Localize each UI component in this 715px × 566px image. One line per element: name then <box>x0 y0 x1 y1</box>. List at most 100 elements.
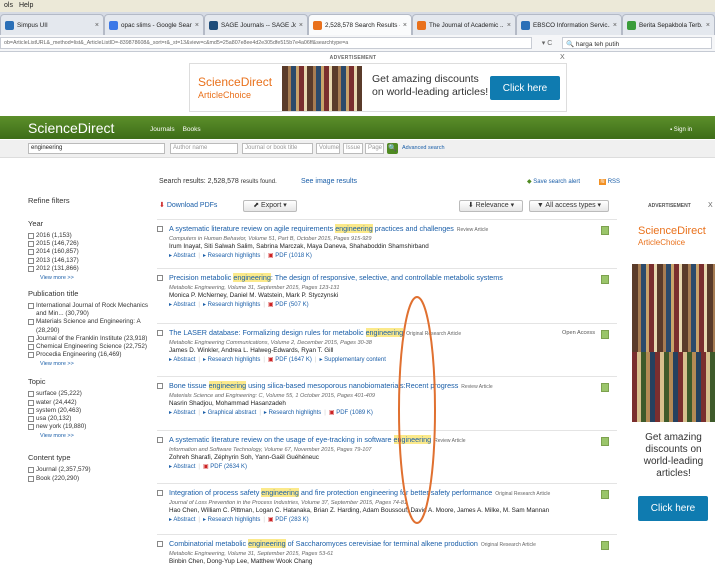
close-tab-icon[interactable]: × <box>95 22 99 29</box>
result-checkbox[interactable] <box>157 490 163 496</box>
result-link[interactable]: ▸ Research highlights <box>203 357 260 363</box>
right-ad-close-icon[interactable]: X <box>708 202 713 209</box>
result-title-link[interactable]: A systematic literature review on the us… <box>169 435 617 446</box>
filter-option[interactable]: Journal (2,357,579) <box>28 466 153 474</box>
document-icon[interactable] <box>601 226 609 235</box>
result-link[interactable]: ▸ Abstract <box>169 464 195 470</box>
result-title-link[interactable]: Precision metabolic engineering: The des… <box>169 273 617 284</box>
filter-checkbox[interactable] <box>28 257 34 264</box>
result-link[interactable]: ▣ PDF (507 K) <box>268 302 309 308</box>
filter-option[interactable]: 2013 (146,137) <box>28 257 153 265</box>
result-title-link[interactable]: The LASER database: Formalizing design r… <box>169 328 617 339</box>
filter-checkbox[interactable] <box>28 407 34 414</box>
result-title-link[interactable]: Integration of process safety engineerin… <box>169 488 617 499</box>
result-link[interactable]: ▸ Research highlights <box>203 517 260 523</box>
menu-item-0[interactable]: ols <box>4 2 13 10</box>
filter-checkbox[interactable] <box>28 265 34 272</box>
result-title-link[interactable]: Bone tissue engineering using silica-bas… <box>169 381 617 392</box>
access-type-dropdown[interactable]: ▼ All access types ▾ <box>529 200 609 212</box>
document-icon[interactable] <box>601 383 609 392</box>
view-more-link[interactable]: View more >> <box>40 275 153 281</box>
result-link[interactable]: ▣ PDF (1647 K) <box>268 357 312 363</box>
filter-option[interactable]: Journal of the Franklin Institute (23,91… <box>28 335 153 343</box>
keyword-search-input[interactable]: engineering <box>28 143 165 154</box>
download-pdfs-button[interactable]: ⬇ Download PDFs <box>159 201 217 209</box>
document-icon[interactable] <box>601 330 609 339</box>
browser-tab[interactable]: 2,528,578 Search Results - ...× <box>308 14 412 35</box>
document-icon[interactable] <box>601 437 609 446</box>
volume-input[interactable]: Volume <box>316 143 340 154</box>
sign-in-link[interactable]: ▪ Sign in <box>670 127 692 133</box>
filter-option[interactable]: surface (25,222) <box>28 390 153 398</box>
close-tab-icon[interactable]: × <box>195 22 199 29</box>
rss-link[interactable]: ≋ RSS <box>599 178 620 185</box>
result-link[interactable]: ▸ Research highlights <box>203 302 260 308</box>
result-checkbox[interactable] <box>157 437 163 443</box>
result-checkbox[interactable] <box>157 383 163 389</box>
result-checkbox[interactable] <box>157 226 163 232</box>
document-icon[interactable] <box>601 275 609 284</box>
browser-tab[interactable]: The Journal of Academic ... × <box>412 14 516 35</box>
filter-option[interactable]: water (24,442) <box>28 399 153 407</box>
export-dropdown[interactable]: ⬈ Export ▾ <box>243 200 297 212</box>
result-checkbox[interactable] <box>157 275 163 281</box>
result-link[interactable]: ▸ Abstract <box>169 517 195 523</box>
nav-books[interactable]: Books <box>183 126 201 133</box>
filter-option[interactable]: Book (220,290) <box>28 475 153 483</box>
result-link[interactable]: ▣ PDF (1089 K) <box>329 410 373 416</box>
browser-tab[interactable]: SAGE Journals -- SAGE Jou...× <box>204 14 308 35</box>
result-link[interactable]: ▸ Graphical abstract <box>203 410 256 416</box>
filter-checkbox[interactable] <box>28 475 34 482</box>
filter-checkbox[interactable] <box>28 335 34 342</box>
filter-checkbox[interactable] <box>28 241 34 248</box>
filter-option[interactable]: new york (19,880) <box>28 423 153 431</box>
filter-checkbox[interactable] <box>28 303 34 310</box>
view-more-link[interactable]: View more >> <box>40 361 153 367</box>
page-input[interactable]: Page <box>365 143 384 154</box>
filter-checkbox[interactable] <box>28 467 34 474</box>
issue-input[interactable]: Issue <box>343 143 363 154</box>
result-title-link[interactable]: Combinatorial metabolic engineering of S… <box>169 539 617 550</box>
filter-checkbox[interactable] <box>28 352 34 359</box>
ad-click-here-button[interactable]: Click here <box>490 76 560 100</box>
result-link[interactable]: ▸ Abstract <box>169 357 195 363</box>
filter-option[interactable]: usa (20,132) <box>28 415 153 423</box>
filter-checkbox[interactable] <box>28 399 34 406</box>
right-ad-click-here-button[interactable]: Click here <box>638 496 708 521</box>
filter-option[interactable]: system (20,463) <box>28 407 153 415</box>
nav-journals[interactable]: Journals <box>150 126 175 133</box>
filter-option[interactable]: 2014 (160,857) <box>28 248 153 256</box>
save-search-alert-link[interactable]: ◆ Save search alert <box>527 178 580 185</box>
filter-option[interactable]: International Journal of Rock Mechanics … <box>28 302 153 318</box>
close-tab-icon[interactable]: × <box>403 22 407 29</box>
close-tab-icon[interactable]: × <box>507 22 511 29</box>
result-link[interactable]: ▣ PDF (2634 K) <box>203 464 247 470</box>
result-link[interactable]: ▸ Research highlights <box>264 410 321 416</box>
document-icon[interactable] <box>601 490 609 499</box>
author-input[interactable]: Author name <box>170 143 238 154</box>
filter-checkbox[interactable] <box>28 233 34 239</box>
filter-option[interactable]: Procedia Engineering (16,469) <box>28 351 153 359</box>
ad-close-icon[interactable]: X <box>560 54 565 61</box>
filter-option[interactable]: 2015 (146,726) <box>28 240 153 248</box>
result-checkbox[interactable] <box>157 541 163 547</box>
browser-tab[interactable]: Berita Sepakbola Terb... × <box>622 14 715 35</box>
result-link[interactable]: ▸ Abstract <box>169 302 195 308</box>
filter-checkbox[interactable] <box>28 416 34 423</box>
reload-icon[interactable]: ▾ C <box>532 39 562 47</box>
url-field[interactable]: ob=ArticleListURL&_method=list&_ArticleL… <box>0 37 532 49</box>
filter-option[interactable]: Materials Science and Engineering: A (28… <box>28 318 153 334</box>
result-checkbox[interactable] <box>157 330 163 336</box>
browser-tab[interactable]: opac slims - Google Search × <box>104 14 204 35</box>
document-icon[interactable] <box>601 541 609 550</box>
browser-tab[interactable]: EBSCO Information Servic... × <box>516 14 622 35</box>
filter-checkbox[interactable] <box>28 424 34 431</box>
advanced-search-link[interactable]: Advanced search <box>402 145 445 151</box>
result-link[interactable]: ▸ Research highlights <box>203 253 260 259</box>
filter-option[interactable]: 2016 (1,153) <box>28 232 153 240</box>
close-tab-icon[interactable]: × <box>613 22 617 29</box>
filter-checkbox[interactable] <box>28 319 34 326</box>
result-link[interactable]: ▣ PDF (1018 K) <box>268 253 312 259</box>
right-advertisement[interactable]: ADVERTISEMENT X ScienceDirect ArticleChoi… <box>630 200 715 566</box>
view-more-link[interactable]: View more >> <box>40 433 153 439</box>
